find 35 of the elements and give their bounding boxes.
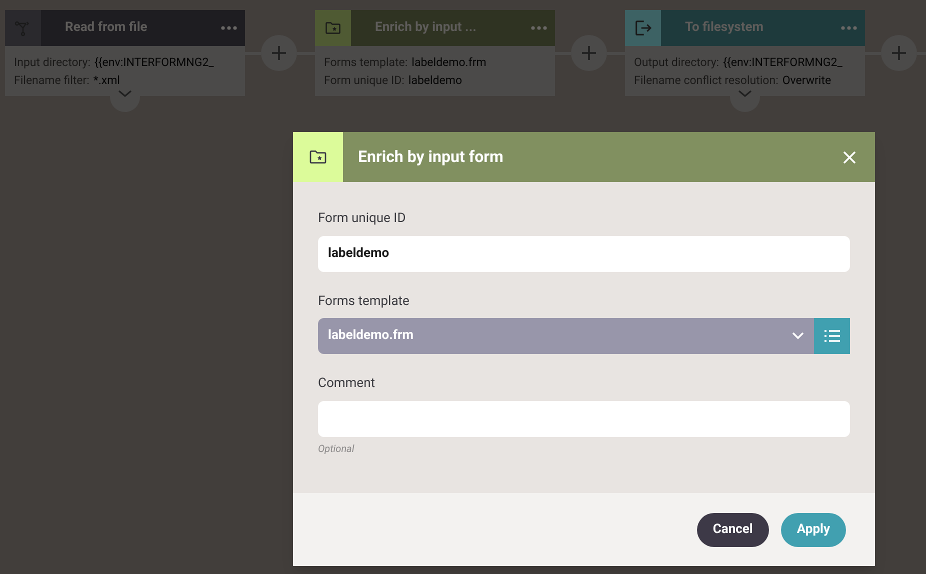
node-field-value: Overwrite — [782, 72, 832, 89]
dialog-title: Enrich by input form — [358, 146, 504, 168]
node-field-value: *.xml — [93, 72, 120, 89]
add-step-button[interactable] — [881, 35, 917, 71]
field-label: Comment — [318, 375, 376, 393]
close-icon — [842, 150, 856, 164]
input-field[interactable] — [318, 400, 850, 436]
field-label: Forms template — [318, 292, 410, 310]
more-icon[interactable] — [531, 26, 547, 30]
plus-icon — [271, 45, 287, 61]
node-field-value: {{env:INTERFORMNG2_ — [723, 54, 842, 71]
list-icon — [824, 329, 840, 343]
node-field-value: labeldemo — [408, 72, 462, 89]
node-title: To filesystem — [685, 19, 764, 38]
folder-star-icon — [324, 19, 342, 37]
plus-icon — [581, 45, 597, 61]
list-button[interactable] — [814, 318, 850, 354]
node-field-value: labeldemo.frm — [412, 54, 486, 71]
input-field[interactable]: labeldemo — [318, 236, 850, 272]
cancel-button[interactable]: Cancel — [696, 512, 769, 546]
chevron-down-icon — [792, 332, 804, 340]
more-icon[interactable] — [841, 26, 857, 30]
add-step-button[interactable] — [571, 35, 607, 71]
node-title: Read from file — [65, 19, 148, 38]
node-title: Enrich by input ... — [375, 19, 476, 38]
field-hint: Optional — [318, 442, 356, 456]
chevron-down-icon — [738, 90, 752, 98]
add-step-button[interactable] — [261, 35, 297, 71]
more-icon[interactable] — [221, 26, 237, 30]
chevron-down-icon — [118, 90, 132, 98]
exit-icon — [633, 18, 653, 38]
close-button[interactable] — [841, 149, 857, 165]
node-field-value: {{env:INTERFORMNG2_ — [94, 54, 214, 71]
plus-icon — [891, 45, 907, 61]
field-label: Form unique ID — [318, 210, 407, 228]
